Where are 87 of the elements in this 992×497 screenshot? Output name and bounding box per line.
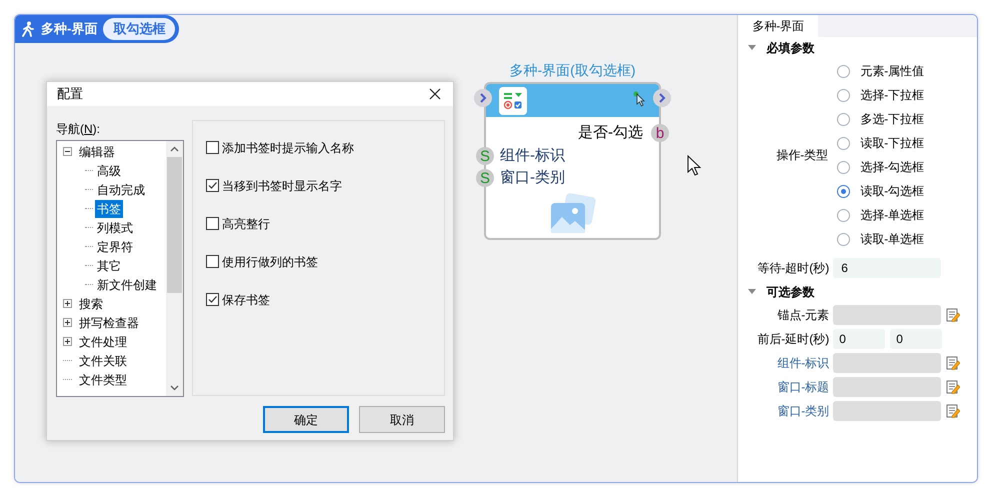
timeout-field[interactable]: 6 <box>833 258 942 278</box>
input-field[interactable] <box>833 353 942 373</box>
radio-button[interactable] <box>837 64 850 78</box>
radio-label: 读取-下拉框 <box>860 135 924 152</box>
input-field[interactable] <box>833 401 942 421</box>
tree-item[interactable]: 拼写检查器 <box>77 314 141 332</box>
edit-icon[interactable] <box>946 404 960 418</box>
tree-item[interactable]: 新文件创建 <box>95 276 159 294</box>
scrollbar-thumb[interactable] <box>167 157 182 293</box>
input-type-badge: S <box>476 169 494 187</box>
tree-item[interactable]: 定界符 <box>95 238 135 256</box>
section-title: 必填参数 <box>766 40 814 57</box>
walking-figure-icon <box>21 21 35 37</box>
output-label: 是否-勾选 <box>578 122 643 143</box>
expand-icon[interactable] <box>63 299 72 308</box>
header-title: 多种-界面 <box>41 20 98 38</box>
node-title: 多种-界面(取勾选框) <box>508 61 636 80</box>
input-type-badge: S <box>476 147 494 165</box>
field-label: 等待-超时(秒) <box>756 260 830 277</box>
tree-item[interactable]: 搜索 <box>77 294 105 312</box>
checkbox-label: 当移到书签时显示名字 <box>222 178 342 194</box>
field-label: 组件-标识 <box>776 355 830 372</box>
close-button[interactable] <box>427 86 443 102</box>
radio-button[interactable] <box>837 160 850 174</box>
checkbox[interactable] <box>206 217 219 230</box>
checkbox[interactable] <box>206 179 219 192</box>
expand-icon[interactable] <box>63 337 72 346</box>
radio-button[interactable] <box>837 232 850 246</box>
input-field[interactable] <box>833 305 942 325</box>
cursor-icon <box>633 91 647 107</box>
radio-button[interactable] <box>837 136 850 150</box>
radio-label: 读取-单选框 <box>860 231 924 248</box>
radio-button[interactable] <box>837 184 850 198</box>
field-label: 前后-延时(秒) <box>756 331 830 348</box>
mouse-pointer-icon <box>687 155 703 177</box>
radio-label: 元素-属性值 <box>860 63 924 80</box>
output-port-icon[interactable] <box>653 89 671 107</box>
checkbox-label: 添加书签时提示输入名称 <box>222 140 354 156</box>
radio-label: 选择-下拉框 <box>860 87 924 104</box>
checkbox-label: 保存书签 <box>222 292 270 308</box>
input-label: 组件-标识 <box>500 146 565 166</box>
checkbox[interactable] <box>206 255 219 268</box>
tree-item[interactable]: 高级 <box>95 162 123 180</box>
checkbox-label: 高亮整行 <box>222 216 270 232</box>
input-label: 窗口-类别 <box>500 168 565 188</box>
radio-label: 选择-单选框 <box>860 207 924 224</box>
header-badge: 取勾选框 <box>103 18 176 40</box>
input-field[interactable] <box>833 377 942 397</box>
radio-label: 多选-下拉框 <box>860 111 924 128</box>
scroll-up-icon[interactable] <box>170 146 179 152</box>
tree-item[interactable]: 编辑器 <box>77 142 117 160</box>
tree-item[interactable]: 列模式 <box>95 218 135 236</box>
tree-item[interactable]: 文件处理 <box>77 332 129 350</box>
collapse-icon[interactable] <box>63 147 72 156</box>
edit-icon[interactable] <box>946 356 960 370</box>
tree-item[interactable]: 文件类型 <box>77 370 129 388</box>
tree-item[interactable]: 书签 <box>95 200 123 218</box>
delay-field[interactable]: 0 <box>890 329 942 349</box>
tree-item[interactable]: 文件关联 <box>77 352 129 370</box>
expand-icon[interactable] <box>63 318 72 327</box>
field-label: 锚点-元素 <box>776 307 830 324</box>
scroll-down-icon[interactable] <box>170 385 179 391</box>
tree-item[interactable]: 其它 <box>95 256 123 274</box>
edit-icon[interactable] <box>946 308 960 322</box>
ok-button[interactable]: 确定 <box>263 406 349 433</box>
checkbox[interactable] <box>206 293 219 306</box>
navigation-label: 导航(N): <box>56 121 102 138</box>
field-label: 窗口-标题 <box>776 379 830 396</box>
checkbox[interactable] <box>206 141 219 154</box>
checkbox-label: 使用行做列的书签 <box>222 254 318 270</box>
input-port-icon[interactable] <box>474 89 492 107</box>
delay-field[interactable]: 0 <box>833 329 886 349</box>
edit-icon[interactable] <box>946 380 960 394</box>
tree-item[interactable]: 自动完成 <box>95 180 147 198</box>
radio-label: 读取-勾选框 <box>860 183 924 200</box>
section-title: 可选参数 <box>766 284 814 301</box>
radio-button[interactable] <box>837 112 850 126</box>
scrollbar[interactable] <box>166 141 183 396</box>
dialog-title: 配置 <box>57 85 83 104</box>
panel-tab[interactable]: 多种-界面 <box>738 15 818 37</box>
output-type-badge: b <box>651 124 669 142</box>
radio-label: 选择-勾选框 <box>860 159 924 176</box>
radio-button[interactable] <box>837 208 850 222</box>
field-label: 窗口-类别 <box>776 403 830 420</box>
radio-button[interactable] <box>837 88 850 102</box>
cancel-button[interactable]: 取消 <box>359 406 445 433</box>
field-label: 操作-类型 <box>776 147 828 164</box>
